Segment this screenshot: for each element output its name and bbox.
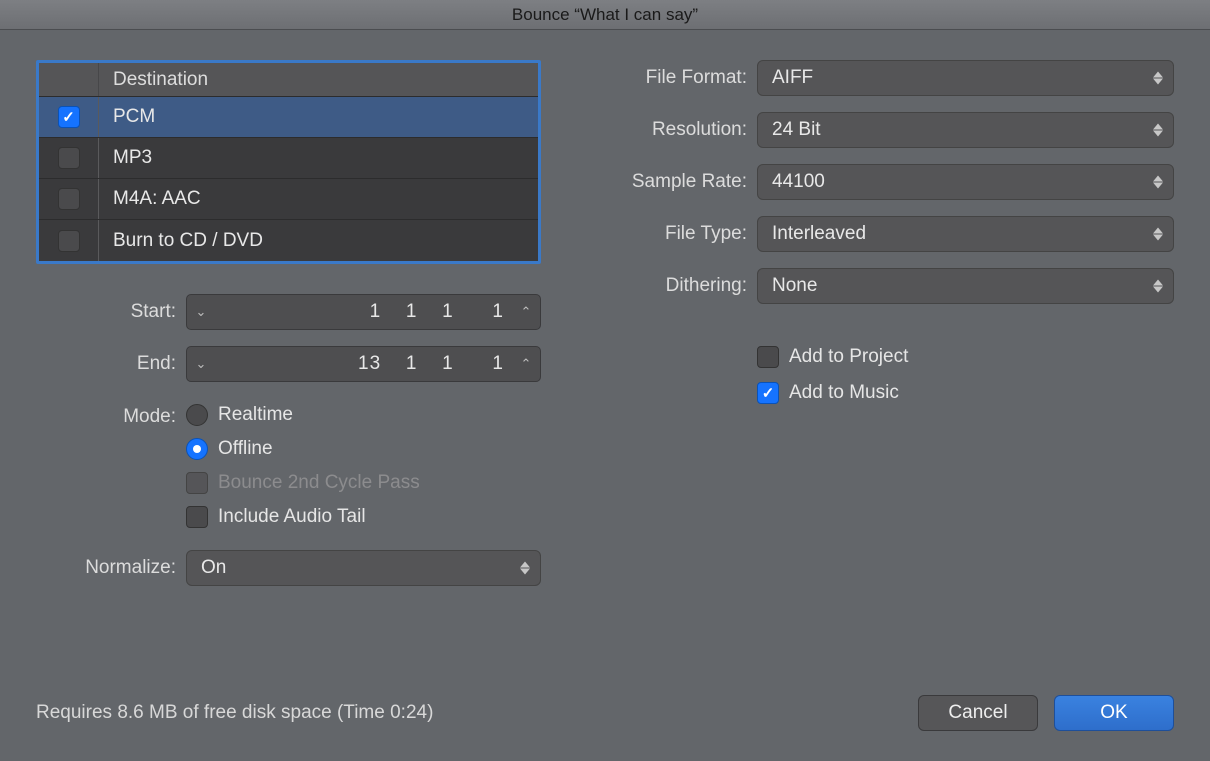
start-label: Start: [36, 301, 186, 323]
resolution-value: 24 Bit [772, 119, 821, 141]
normalize-popup[interactable]: On [186, 550, 541, 586]
normalize-label: Normalize: [36, 557, 186, 579]
start-value[interactable]: 1 1 1 1 [215, 301, 512, 323]
file-type-popup[interactable]: Interleaved [757, 216, 1174, 252]
destination-check-pcm[interactable] [58, 106, 80, 128]
dithering-popup[interactable]: None [757, 268, 1174, 304]
destination-label: Burn to CD / DVD [99, 230, 538, 252]
destination-row-mp3[interactable]: MP3 [39, 138, 538, 179]
sample-rate-value: 44100 [772, 171, 825, 193]
cancel-button[interactable]: Cancel [918, 695, 1038, 731]
mode-realtime-label: Realtime [218, 404, 293, 426]
normalize-value: On [201, 557, 226, 579]
checkbox-icon[interactable] [757, 346, 779, 368]
destination-label: M4A: AAC [99, 188, 538, 210]
destination-check-m4a[interactable] [58, 188, 80, 210]
window-title: Bounce “What I can say” [512, 5, 698, 25]
checkbox-icon[interactable] [186, 506, 208, 528]
window-titlebar: Bounce “What I can say” [0, 0, 1210, 30]
destination-check-mp3[interactable] [58, 147, 80, 169]
mode-realtime-option[interactable]: Realtime [186, 404, 420, 426]
updown-caret-icon [1153, 228, 1163, 241]
bounce-2nd-cycle-option: Bounce 2nd Cycle Pass [186, 472, 420, 494]
file-format-popup[interactable]: AIFF [757, 60, 1174, 96]
mode-offline-option[interactable]: Offline [186, 438, 420, 460]
checkbox-icon[interactable] [757, 382, 779, 404]
disk-space-status: Requires 8.6 MB of free disk space (Time… [36, 702, 433, 724]
mode-label: Mode: [36, 404, 186, 428]
chevron-down-icon[interactable]: ⌄ [187, 304, 215, 320]
chevron-down-icon[interactable]: ⌄ [187, 356, 215, 372]
mode-offline-label: Offline [218, 438, 273, 460]
destination-row-burn[interactable]: Burn to CD / DVD [39, 220, 538, 261]
end-stepper[interactable]: ⌄ 13 1 1 1 ⌃ [186, 346, 541, 382]
chevron-up-icon[interactable]: ⌃ [512, 304, 540, 320]
resolution-label: Resolution: [577, 119, 757, 141]
radio-icon[interactable] [186, 404, 208, 426]
destination-header-row: Destination [39, 63, 538, 97]
radio-icon[interactable] [186, 438, 208, 460]
end-value[interactable]: 13 1 1 1 [215, 353, 512, 375]
end-label: End: [36, 353, 186, 375]
include-audio-tail-option[interactable]: Include Audio Tail [186, 506, 420, 528]
destination-header-check-cell [39, 63, 99, 96]
updown-caret-icon [1153, 72, 1163, 85]
add-to-project-label: Add to Project [789, 346, 908, 368]
add-to-music-option[interactable]: Add to Music [757, 382, 1174, 404]
sample-rate-popup[interactable]: 44100 [757, 164, 1174, 200]
file-type-label: File Type: [577, 223, 757, 245]
destination-label: PCM [99, 106, 538, 128]
updown-caret-icon [520, 562, 530, 575]
updown-caret-icon [1153, 176, 1163, 189]
sample-rate-label: Sample Rate: [577, 171, 757, 193]
add-to-project-option[interactable]: Add to Project [757, 346, 1174, 368]
destination-label: MP3 [99, 147, 538, 169]
destination-table: Destination PCM MP3 M4A: AAC Burn to CD … [36, 60, 541, 264]
start-stepper[interactable]: ⌄ 1 1 1 1 ⌃ [186, 294, 541, 330]
updown-caret-icon [1153, 280, 1163, 293]
ok-button[interactable]: OK [1054, 695, 1174, 731]
include-audio-tail-label: Include Audio Tail [218, 506, 366, 528]
destination-row-m4a[interactable]: M4A: AAC [39, 179, 538, 220]
destination-header-label: Destination [99, 69, 538, 91]
dithering-value: None [772, 275, 817, 297]
checkbox-icon [186, 472, 208, 494]
file-format-label: File Format: [577, 67, 757, 89]
chevron-up-icon[interactable]: ⌃ [512, 356, 540, 372]
destination-check-burn[interactable] [58, 230, 80, 252]
updown-caret-icon [1153, 124, 1163, 137]
add-to-music-label: Add to Music [789, 382, 899, 404]
file-format-value: AIFF [772, 67, 813, 89]
dithering-label: Dithering: [577, 275, 757, 297]
file-type-value: Interleaved [772, 223, 866, 245]
resolution-popup[interactable]: 24 Bit [757, 112, 1174, 148]
bounce-2nd-cycle-label: Bounce 2nd Cycle Pass [218, 472, 420, 494]
destination-row-pcm[interactable]: PCM [39, 97, 538, 138]
